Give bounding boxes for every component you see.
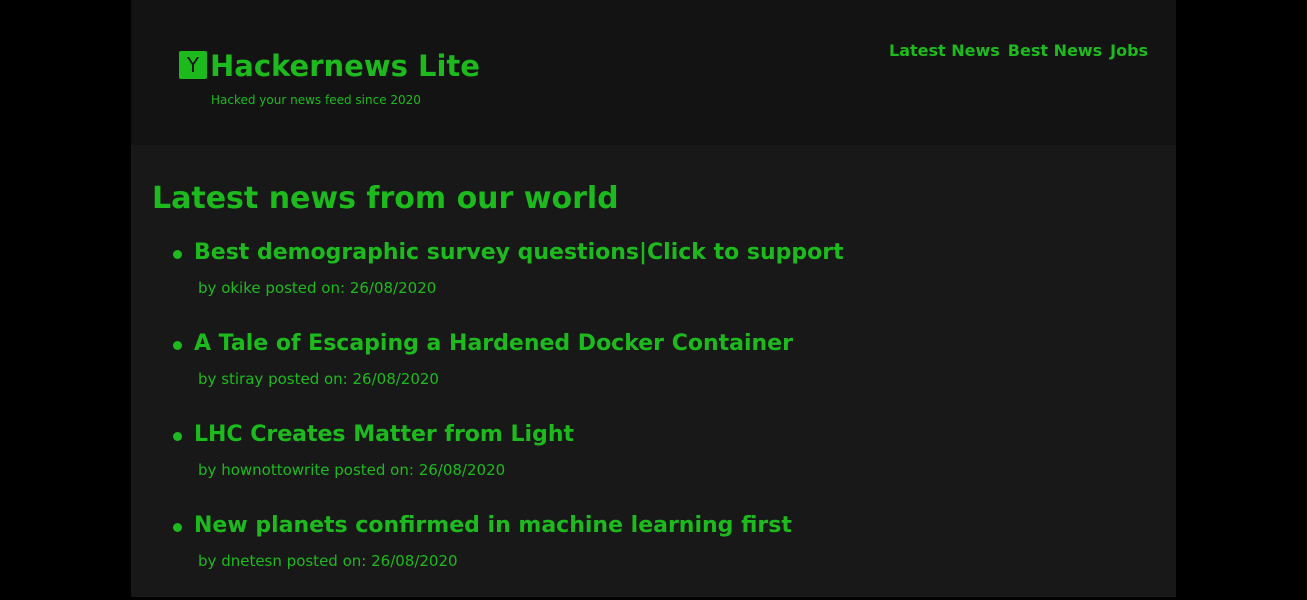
posted-prefix: posted on:: [334, 461, 414, 479]
nav-jobs[interactable]: Jobs: [1110, 41, 1148, 61]
posted-prefix: posted on:: [268, 370, 348, 388]
news-title-link[interactable]: A Tale of Escaping a Hardened Docker Con…: [194, 329, 793, 359]
post-date: 26/08/2020: [371, 552, 458, 570]
author-link[interactable]: dnetesn: [221, 552, 282, 570]
main-nav: Latest News Best News Jobs: [889, 41, 1148, 61]
bullet-icon: [173, 523, 182, 532]
news-meta: by stiray posted on: 26/08/2020: [198, 370, 439, 388]
nav-best-news[interactable]: Best News: [1008, 41, 1102, 61]
author-link[interactable]: okike: [221, 279, 260, 297]
news-title-link[interactable]: Best demographic survey questions|Click …: [194, 238, 844, 268]
logo-icon[interactable]: Y: [179, 51, 207, 79]
site-header: Y Hackernews Lite Hacked your news feed …: [131, 0, 1176, 145]
site-tagline: Hacked your news feed since 2020: [211, 93, 421, 107]
news-meta: by hownottowrite posted on: 26/08/2020: [198, 461, 505, 479]
bullet-icon: [173, 432, 182, 441]
byline-prefix: by: [198, 461, 217, 479]
author-link[interactable]: stiray: [221, 370, 263, 388]
byline-prefix: by: [198, 552, 217, 570]
news-title-link[interactable]: New planets confirmed in machine learnin…: [194, 511, 792, 541]
nav-latest-news[interactable]: Latest News: [889, 41, 1000, 61]
byline-prefix: by: [198, 279, 217, 297]
news-meta: by dnetesn posted on: 26/08/2020: [198, 552, 458, 570]
news-title-link[interactable]: LHC Creates Matter from Light: [194, 420, 574, 450]
page-heading: Latest news from our world: [152, 181, 619, 216]
page-container: Y Hackernews Lite Hacked your news feed …: [131, 0, 1176, 597]
post-date: 26/08/2020: [418, 461, 506, 479]
site-title[interactable]: Hackernews Lite: [210, 47, 480, 85]
byline-prefix: by: [198, 370, 217, 388]
news-meta: by okike posted on: 26/08/2020: [198, 279, 436, 297]
post-date: 26/08/2020: [352, 370, 439, 388]
bullet-icon: [173, 250, 182, 259]
post-date: 26/08/2020: [349, 279, 437, 297]
author-link[interactable]: hownottowrite: [221, 461, 329, 479]
posted-prefix: posted on:: [286, 552, 367, 570]
bullet-icon: [173, 341, 182, 350]
posted-prefix: posted on:: [265, 279, 346, 297]
